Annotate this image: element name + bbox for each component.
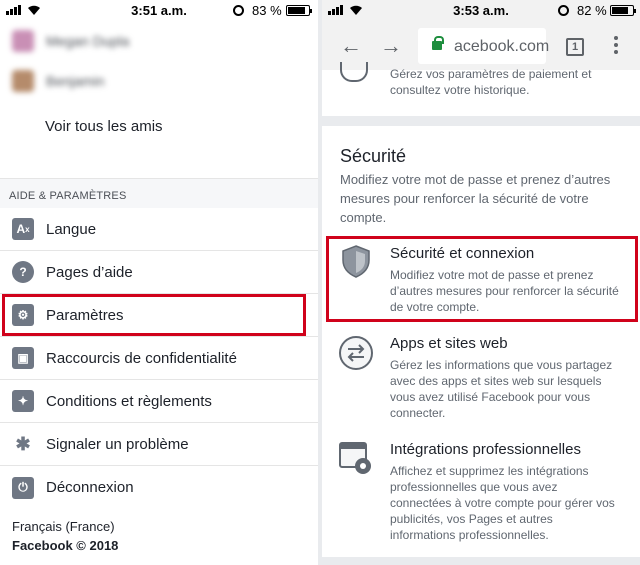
url-text: acebook.com	[454, 38, 550, 55]
battery-icon	[286, 5, 312, 16]
footer-language[interactable]: Français (France)	[12, 519, 115, 534]
help-settings-menu: Ax Langue ? Pages d’aide ⚙ Paramètres ▣ …	[0, 208, 318, 509]
battery-percent: 82 %	[577, 3, 607, 18]
orientation-lock-icon	[558, 5, 569, 16]
business-gear-icon	[339, 442, 371, 474]
bug-icon: ✱	[15, 433, 31, 454]
footer-copyright: Facebook © 2018	[12, 538, 119, 553]
status-bar: 3:51 a.m. 83 %	[0, 0, 318, 22]
payments-description: Gérez vos paramètres de paiement et cons…	[390, 67, 592, 97]
item-title: Apps et sites web	[390, 335, 508, 352]
item-description: Gérez les informations que vous partagez…	[390, 358, 613, 420]
left-screenshot: 3:51 a.m. 83 % Megan Dupla Benjamin Voir…	[0, 0, 318, 565]
menu-item-label: Pages d’aide	[46, 263, 133, 281]
status-bar: 3:53 a.m. 82 %	[322, 0, 640, 22]
payments-icon	[340, 62, 368, 82]
friend-name: Megan Dupla	[46, 33, 130, 49]
avatar	[12, 70, 34, 92]
menu-item-terms[interactable]: ✦ Conditions et règlements	[0, 380, 318, 423]
translate-icon: Ax	[12, 218, 34, 240]
more-menu-icon[interactable]	[614, 36, 618, 57]
menu-item-label: Langue	[46, 220, 97, 238]
help-icon: ?	[12, 261, 34, 283]
address-bar[interactable]: acebook.com	[418, 28, 550, 64]
friend-name: Benjamin	[46, 73, 105, 89]
menu-item-language[interactable]: Ax Langue	[0, 208, 318, 251]
item-description: Affichez et supprimez les intégrations p…	[390, 464, 615, 542]
avatar	[12, 30, 34, 52]
tab-switcher-button[interactable]: 1	[566, 38, 584, 56]
menu-item-help-pages[interactable]: ? Pages d’aide	[0, 251, 318, 294]
forward-button[interactable]: →	[380, 35, 402, 57]
item-title: Intégrations professionnelles	[390, 441, 581, 458]
secure-lock-icon	[432, 36, 444, 50]
menu-item-label: Conditions et règlements	[46, 392, 212, 410]
section-title: Sécurité	[340, 146, 407, 166]
menu-item-privacy-shortcuts[interactable]: ▣ Raccourcis de confidentialité	[0, 337, 318, 380]
menu-item-label: Déconnexion	[46, 479, 134, 496]
menu-item-report-problem[interactable]: ✱ Signaler un problème	[0, 423, 318, 466]
battery-percent: 83 %	[252, 3, 282, 18]
see-all-friends-link[interactable]: Voir tous les amis	[45, 118, 163, 135]
menu-item-label: Raccourcis de confidentialité	[46, 349, 237, 367]
orientation-lock-icon	[233, 5, 244, 16]
apps-exchange-icon	[339, 336, 373, 370]
privacy-lock-icon: ▣	[12, 347, 34, 369]
menu-item-label: Signaler un problème	[46, 435, 189, 453]
back-button[interactable]: ←	[340, 35, 362, 57]
browser-toolbar: ← → acebook.com 1	[322, 22, 640, 70]
terms-badge-icon: ✦	[12, 390, 34, 412]
highlight-box-security	[326, 236, 638, 322]
section-header: AIDE & PARAMÈTRES	[0, 178, 318, 208]
right-screenshot: 3:53 a.m. 82 % ← → acebook.com 1 Gérez v…	[322, 0, 640, 565]
section-separator	[322, 557, 640, 565]
highlight-box-settings	[2, 294, 306, 336]
power-icon: ⏻	[12, 476, 34, 499]
battery-icon	[610, 5, 636, 16]
section-separator	[322, 116, 640, 126]
section-description: Modifiez votre mot de passe et prenez d’…	[340, 172, 611, 225]
friend-item[interactable]: Benjamin	[0, 62, 200, 100]
friend-item[interactable]: Megan Dupla	[0, 22, 200, 60]
menu-item-logout[interactable]: ⏻ Déconnexion	[0, 466, 318, 509]
